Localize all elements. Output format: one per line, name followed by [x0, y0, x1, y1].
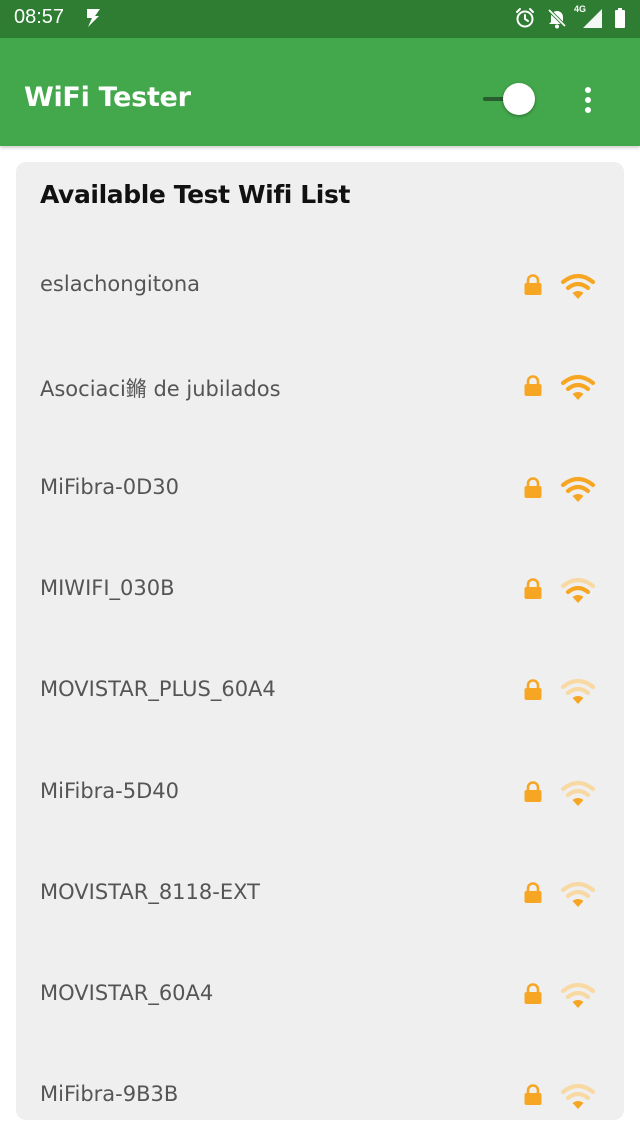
status-icons: 4G — [514, 4, 626, 29]
lock-icon — [523, 375, 543, 401]
flash-notification-icon — [84, 8, 102, 32]
wifi-icon — [560, 272, 596, 306]
wifi-ssid: MIWIFI_030B — [40, 575, 175, 600]
wifi-list-item[interactable]: Asociaci鏅 de jubilados — [16, 357, 624, 417]
more-vert-icon — [585, 87, 591, 93]
wifi-ssid: MOVISTAR_PLUS_60A4 — [40, 677, 276, 702]
app-title: WiFi Tester — [24, 82, 191, 113]
wifi-icon — [560, 880, 596, 914]
wifi-list-item[interactable]: MOVISTAR_8118-EXT — [16, 864, 624, 924]
status-bar: 08:57 4G — [0, 0, 640, 38]
wifi-ssid: MOVISTAR_8118-EXT — [40, 879, 260, 904]
status-time: 08:57 — [14, 6, 65, 28]
wifi-list-item[interactable]: MiFibra-5D40 — [16, 763, 624, 823]
lock-icon — [523, 578, 543, 604]
lock-icon — [523, 679, 543, 705]
wifi-list-item[interactable]: MiFibra-0D30 — [16, 459, 624, 519]
card-title: Available Test Wifi List — [40, 180, 351, 209]
overflow-menu-button[interactable] — [578, 84, 600, 116]
wifi-icon — [560, 1082, 596, 1116]
wifi-ssid: MiFibra-0D30 — [40, 474, 180, 499]
lock-icon — [523, 476, 543, 503]
wifi-list-item[interactable]: eslachongitona — [16, 256, 624, 316]
battery-icon — [614, 7, 626, 29]
network-type-label: 4G — [574, 4, 587, 14]
wifi-ssid: MiFibra-5D40 — [40, 778, 180, 803]
more-vert-dot — [585, 107, 591, 113]
notifications-off-icon — [546, 7, 568, 29]
wifi-ssid: eslachongitona — [40, 272, 201, 296]
wifi-ssid: MiFibra-9B3B — [40, 1082, 179, 1107]
wifi-icon — [560, 981, 596, 1015]
wifi-list-item[interactable]: MOVISTAR_60A4 — [16, 965, 624, 1025]
wifi-ssid: MOVISTAR_60A4 — [40, 981, 214, 1006]
lock-icon — [523, 1084, 543, 1110]
wifi-list-card: Available Test Wifi List eslachongitona A… — [16, 162, 624, 1120]
wifi-test-toggle[interactable] — [481, 82, 537, 116]
app-bar: WiFi Tester — [0, 38, 640, 146]
wifi-icon — [560, 779, 596, 813]
lock-icon — [523, 274, 543, 300]
more-vert-dot — [585, 97, 591, 103]
wifi-icon — [560, 576, 596, 610]
lock-icon — [523, 780, 543, 807]
wifi-list-item[interactable]: MiFibra-9B3B — [16, 1066, 624, 1126]
wifi-list-item[interactable]: MIWIFI_030B — [16, 560, 624, 620]
wifi-icon — [560, 373, 596, 407]
toggle-thumb — [503, 83, 535, 115]
wifi-list-item[interactable]: MOVISTAR_PLUS_60A4 — [16, 661, 624, 721]
wifi-icon — [560, 475, 596, 509]
wifi-icon — [560, 677, 596, 711]
lock-icon — [523, 983, 543, 1009]
alarm-icon — [514, 7, 536, 29]
cell-signal-icon: 4G — [574, 4, 604, 29]
wifi-ssid: Asociaci鏅 de jubilados — [40, 377, 281, 402]
lock-icon — [523, 881, 543, 908]
